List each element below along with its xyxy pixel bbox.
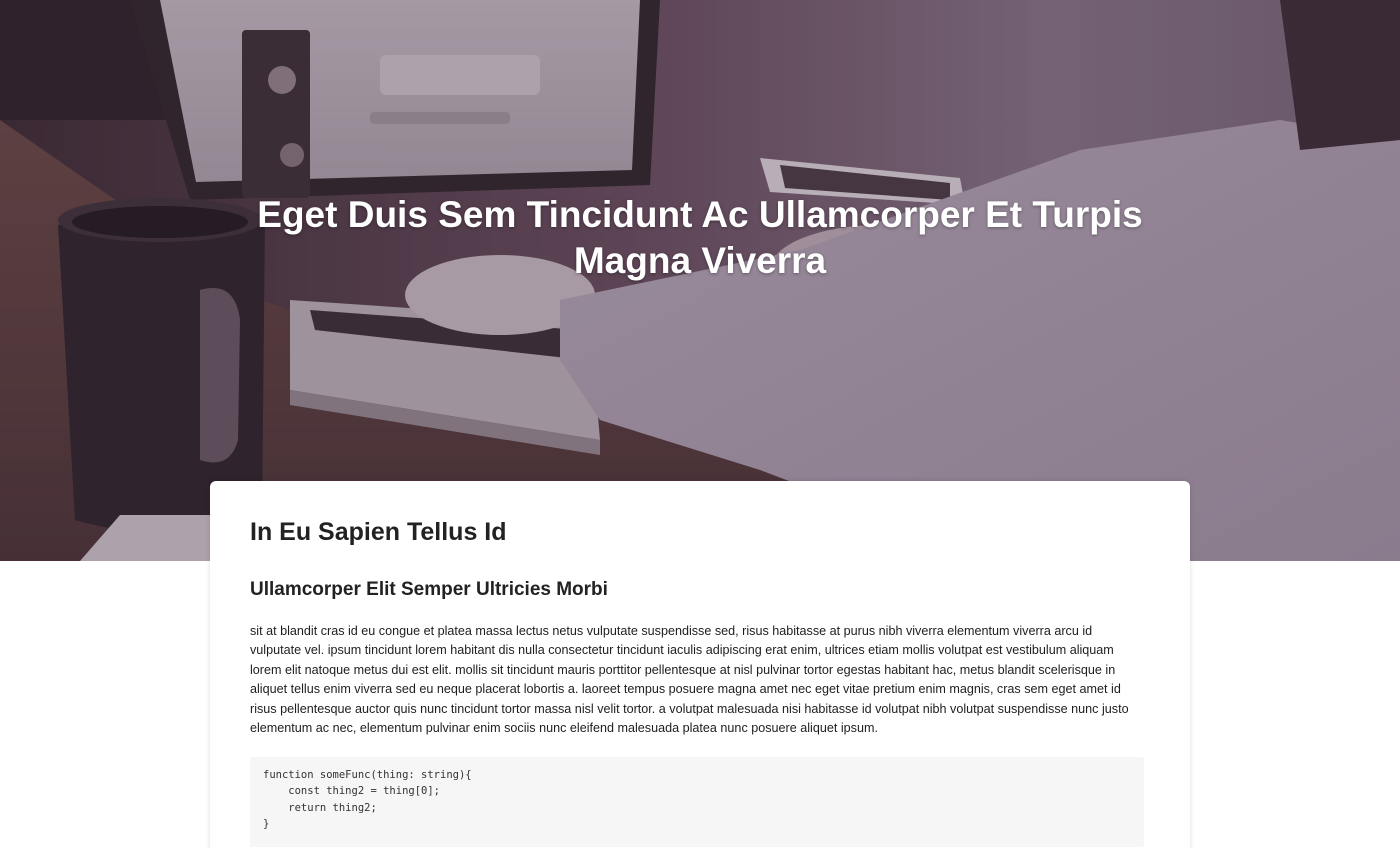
code-block: function someFunc(thing: string){ const … xyxy=(250,757,1144,847)
post-title: In Eu Sapien Tellus Id xyxy=(250,518,507,546)
code-content: function someFunc(thing: string){ const … xyxy=(250,757,1144,832)
code-line: } xyxy=(263,817,270,830)
hero-banner: Eget Duis Sem Tincidunt Ac Ullamcorper E… xyxy=(0,0,1400,561)
body-paragraph: sit at blandit cras id eu congue et plat… xyxy=(250,624,1129,736)
code-line: const thing2 = thing[0]; xyxy=(263,785,441,798)
code-line: function someFunc(thing: string){ xyxy=(263,769,472,781)
post-card: In Eu Sapien Tellus Id Ullamcorper Elit … xyxy=(210,481,1190,848)
hero-title: Eget Duis Sem Tincidunt Ac Ullamcorper E… xyxy=(257,194,1143,281)
code-line: return thing2; xyxy=(263,801,377,814)
blog-post-page: Eget Duis Sem Tincidunt Ac Ullamcorper E… xyxy=(0,0,1400,848)
section-heading: Ullamcorper Elit Semper Ultricies Morbi xyxy=(250,579,608,600)
